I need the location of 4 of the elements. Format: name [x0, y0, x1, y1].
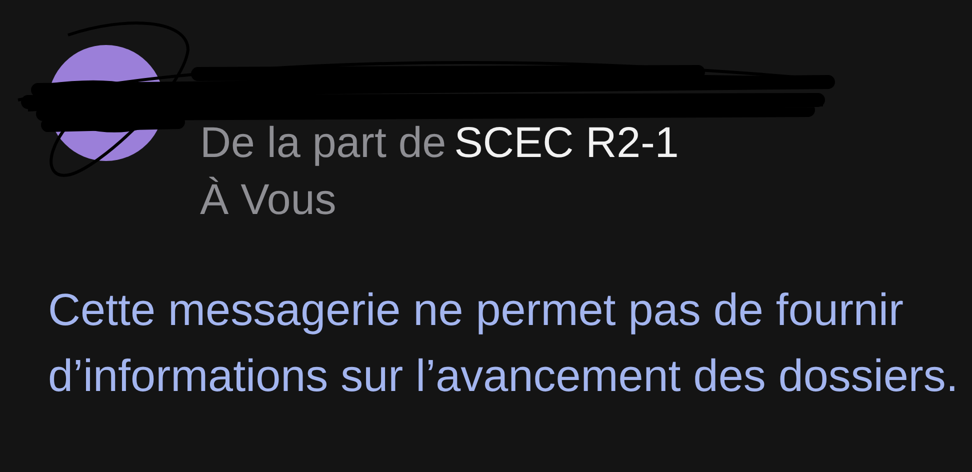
sender-name: SCEC R2-1	[454, 118, 679, 169]
sender-prefix: De la part de	[200, 118, 446, 169]
recipient-label: À Vous	[200, 175, 338, 226]
message-body: Cette messagerie ne permet pas de fournir d’informations sur l’avancement des dossiers.	[48, 283, 960, 403]
